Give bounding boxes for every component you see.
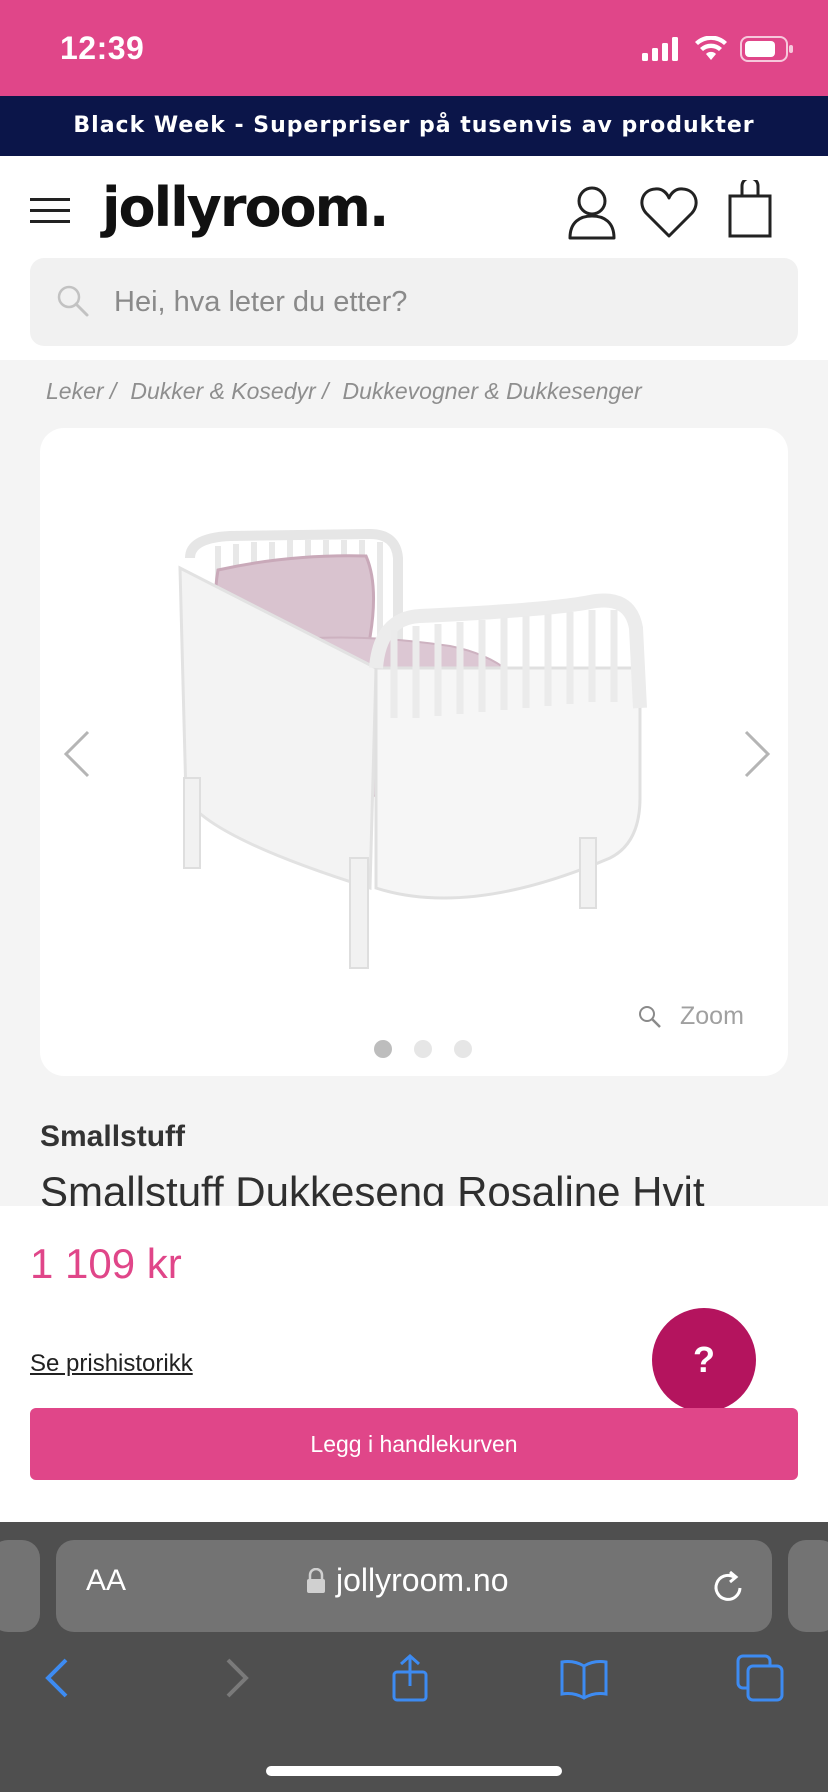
magnifier-icon bbox=[639, 1005, 661, 1028]
price-history-link[interactable]: Se prishistorikk bbox=[30, 1350, 193, 1378]
product-price: 1 109 kr bbox=[30, 1240, 182, 1287]
chevron-right-icon[interactable] bbox=[736, 724, 776, 784]
chevron-left-icon[interactable] bbox=[58, 724, 98, 784]
account-icon[interactable] bbox=[566, 184, 618, 240]
purchase-panel: 1 109 kr Se prishistorikk ? Legg i handl… bbox=[0, 1206, 828, 1522]
shopping-bag-icon[interactable] bbox=[724, 180, 776, 238]
carousel-dots bbox=[374, 1040, 472, 1058]
status-bar: 12:39 bbox=[0, 0, 828, 96]
wifi-icon bbox=[695, 36, 727, 60]
add-to-cart-button[interactable]: Legg i handlekurven bbox=[30, 1408, 798, 1480]
wishlist-heart-icon[interactable] bbox=[640, 186, 698, 238]
product-brand[interactable]: Smallstuff bbox=[40, 1120, 185, 1154]
previous-tab-preview[interactable] bbox=[0, 1540, 40, 1632]
reload-icon[interactable] bbox=[710, 1568, 746, 1606]
lock-icon bbox=[307, 1567, 325, 1593]
jollyroom-logo[interactable]: jollyroom. bbox=[102, 176, 389, 239]
cellular-signal-icon bbox=[642, 37, 678, 61]
search-icon bbox=[57, 285, 89, 317]
forward-arrow-icon[interactable] bbox=[212, 1654, 260, 1702]
search-box[interactable] bbox=[30, 258, 798, 346]
share-icon[interactable] bbox=[386, 1654, 434, 1702]
carousel-dot-2[interactable] bbox=[414, 1040, 432, 1058]
status-icons bbox=[642, 36, 794, 62]
promo-banner[interactable]: Black Week - Superpriser på tusenvis av … bbox=[0, 96, 828, 156]
zoom-label: Zoom bbox=[680, 1002, 744, 1030]
hamburger-menu-icon[interactable] bbox=[30, 190, 72, 230]
help-button[interactable]: ? bbox=[652, 1308, 756, 1412]
safari-toolbar: AA jollyroom.no bbox=[0, 1522, 828, 1792]
tabs-icon[interactable] bbox=[736, 1654, 784, 1702]
breadcrumb-item-leker[interactable]: Leker / bbox=[46, 378, 116, 405]
breadcrumb-item-dukker-kosedyr[interactable]: Dukker & Kosedyr / bbox=[130, 378, 328, 405]
reader-aa-button[interactable]: AA bbox=[86, 1564, 126, 1598]
battery-icon bbox=[740, 36, 793, 62]
carousel-dot-3[interactable] bbox=[454, 1040, 472, 1058]
aa-label: AA bbox=[86, 1564, 127, 1597]
search-input[interactable] bbox=[114, 258, 774, 346]
status-time: 12:39 bbox=[60, 30, 145, 66]
url-text: jollyroom.no bbox=[336, 1562, 509, 1598]
breadcrumb: Leker / Dukker & Kosedyr / Dukkevogner &… bbox=[46, 378, 642, 405]
back-arrow-icon[interactable] bbox=[34, 1654, 82, 1702]
breadcrumb-item-dukkevogner[interactable]: Dukkevogner & Dukkesenger bbox=[342, 378, 641, 405]
site-header: jollyroom. bbox=[0, 156, 828, 360]
next-tab-preview[interactable] bbox=[788, 1540, 828, 1632]
home-indicator bbox=[266, 1766, 562, 1776]
product-image-doll-bed[interactable] bbox=[170, 498, 700, 998]
carousel-dot-1[interactable] bbox=[374, 1040, 392, 1058]
zoom-button[interactable]: Zoom bbox=[638, 1002, 744, 1031]
url-display[interactable]: jollyroom.no bbox=[306, 1562, 509, 1599]
bookmarks-icon[interactable] bbox=[560, 1654, 608, 1702]
address-bar[interactable]: AA jollyroom.no bbox=[56, 1540, 772, 1632]
product-gallery: Zoom bbox=[40, 428, 788, 1076]
